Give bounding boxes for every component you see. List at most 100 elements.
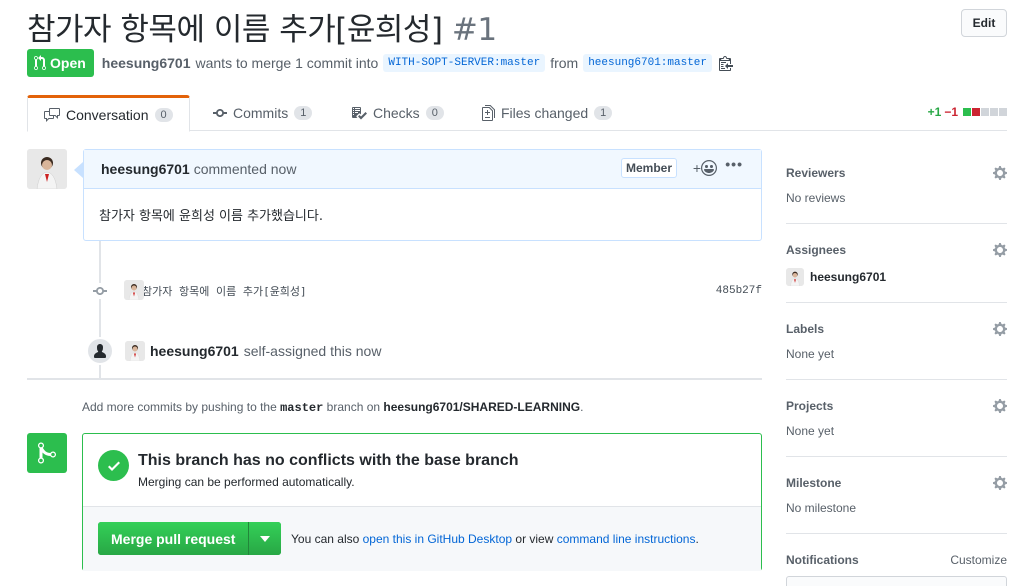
tab-commits[interactable]: Commits 1 (213, 95, 313, 131)
tab-label: Files changed (501, 105, 589, 121)
timeline-divider (27, 378, 762, 380)
push-hint: Add more commits by pushing to the maste… (82, 400, 583, 415)
tab-counter: 0 (425, 106, 444, 120)
reviewers-value: No reviews (786, 191, 846, 205)
projects-header[interactable]: Projects (786, 398, 1007, 414)
sidebar-projects: Projects None yet (786, 398, 1007, 457)
sidebar-labels: Labels None yet (786, 321, 1007, 380)
assignee-name: heesung6701 (810, 270, 887, 284)
push-hint-repo: heesung6701/SHARED-LEARNING (383, 400, 581, 414)
milestone-header[interactable]: Milestone (786, 475, 1007, 491)
from-text: from (550, 55, 579, 71)
comment: heesung6701 commented now Member + ••• 참… (83, 149, 762, 241)
merge-button-group: Merge pull request (98, 522, 282, 555)
labels-header[interactable]: Labels (786, 321, 1007, 337)
tab-counter: 1 (294, 106, 313, 120)
sidebar-reviewers: Reviewers No reviews (786, 165, 1007, 224)
tab-counter: 0 (154, 107, 173, 122)
member-badge: Member (620, 158, 677, 178)
reaction-plus: + (692, 160, 701, 176)
actor-avatar[interactable] (125, 341, 145, 361)
pull-request-icon (34, 55, 46, 71)
assignees-header[interactable]: Assignees (786, 242, 1007, 258)
triangle-down-icon (260, 535, 271, 542)
reviewers-label: Reviewers (786, 166, 846, 180)
assignees-label: Assignees (786, 243, 847, 257)
smiley-icon (701, 160, 717, 176)
diffstat-additions: +1 (927, 105, 942, 119)
comment-body: 참가자 항목에 윤희성 이름 추가했습니다. (99, 209, 323, 224)
customize-link[interactable]: Customize (950, 553, 1007, 567)
merge-text: wants to merge 1 commit into (195, 55, 379, 71)
avatar-image (125, 341, 145, 361)
projects-label: Projects (786, 399, 834, 413)
tab-files-changed[interactable]: Files changed 1 (482, 95, 613, 131)
gear-icon[interactable] (993, 398, 1007, 414)
kebab-menu-icon[interactable]: ••• (725, 156, 743, 172)
tab-conversation[interactable]: Conversation 0 (27, 95, 190, 132)
command-line-link[interactable]: command line instructions (557, 532, 696, 546)
event-text: heesung6701 self-assigned this now (125, 341, 381, 361)
merge-subtitle: Merging can be performed automatically. (138, 475, 355, 489)
avatar-image (124, 280, 144, 300)
labels-value: None yet (786, 347, 835, 361)
merge-actions: Merge pull request You can also open thi… (83, 507, 761, 571)
merge-box: This branch has no conflicts with the ba… (82, 433, 762, 571)
merge-pull-request-button[interactable]: Merge pull request (98, 522, 249, 555)
open-desktop-link[interactable]: open this in GitHub Desktop (363, 532, 512, 546)
head-branch[interactable]: heesung6701:master (583, 54, 713, 72)
push-hint-branch: master (280, 401, 324, 415)
pr-meta: Open heesung6701 wants to merge 1 commit… (27, 49, 734, 77)
comment-discussion-icon (44, 107, 60, 122)
commit-sha[interactable]: 485b27f (716, 285, 762, 297)
tab-checks[interactable]: Checks 0 (351, 95, 444, 131)
gear-icon[interactable] (993, 242, 1007, 258)
state-label: Open (50, 55, 86, 71)
base-branch[interactable]: WITH-SOPT-SERVER:master (383, 54, 546, 72)
avatar-image (786, 268, 804, 286)
notifications-header: Notifications Customize (786, 552, 1007, 568)
author-avatar[interactable] (27, 149, 67, 189)
diffstat-deletions: −1 (944, 105, 958, 119)
pr-number: #1 (451, 12, 497, 48)
gear-icon[interactable] (993, 475, 1007, 491)
subscribe-button[interactable] (786, 576, 1007, 586)
file-diff-icon (482, 105, 495, 121)
merge-note: You can also open this in GitHub Desktop… (291, 532, 699, 546)
edit-button[interactable]: Edit (961, 9, 1007, 37)
author-link[interactable]: heesung6701 (102, 55, 191, 71)
milestone-value: No milestone (786, 501, 857, 515)
gear-icon[interactable] (993, 321, 1007, 337)
diffstat-block (981, 108, 989, 116)
push-hint-suffix: . (580, 400, 584, 414)
assignee-entry[interactable]: heesung6701 (786, 268, 1007, 286)
projects-value: None yet (786, 424, 835, 438)
event-actor[interactable]: heesung6701 (150, 343, 239, 359)
merge-note-prefix: You can also (291, 532, 360, 546)
tab-label: Checks (373, 105, 420, 121)
comment-author[interactable]: heesung6701 (101, 161, 190, 177)
diffstat-block (999, 108, 1007, 116)
milestone-label: Milestone (786, 476, 842, 490)
comment-time[interactable]: commented now (194, 161, 297, 177)
merge-title: This branch has no conflicts with the ba… (138, 452, 519, 469)
commit-icon (213, 109, 227, 117)
assignee-avatar (786, 268, 804, 286)
merge-method-dropdown[interactable] (248, 522, 282, 555)
clipboard-icon[interactable] (719, 55, 734, 71)
diffstat-block (990, 108, 998, 116)
comment-caret (74, 162, 83, 178)
merge-info: heesung6701 wants to merge 1 commit into… (102, 54, 734, 72)
commit-message[interactable]: 참가자 항목에 이름 추가[윤희성] (142, 283, 307, 299)
pr-tabs: Conversation 0 Commits 1 Checks 0 Files … (27, 95, 1007, 132)
push-hint-middle: branch on (326, 400, 381, 414)
pr-title-text: 참가자 항목에 이름 추가[윤희성] (27, 12, 443, 48)
reviewers-header[interactable]: Reviewers (786, 165, 1007, 181)
merge-status: This branch has no conflicts with the ba… (83, 434, 761, 507)
commit-avatar[interactable] (124, 280, 144, 300)
add-reaction-button[interactable]: + (693, 160, 717, 176)
commit-item: 참가자 항목에 이름 추가[윤희성] 485b27f (92, 280, 762, 302)
checklist-icon (352, 107, 367, 120)
gear-icon[interactable] (993, 165, 1007, 181)
event-description: self-assigned this now (243, 343, 382, 359)
